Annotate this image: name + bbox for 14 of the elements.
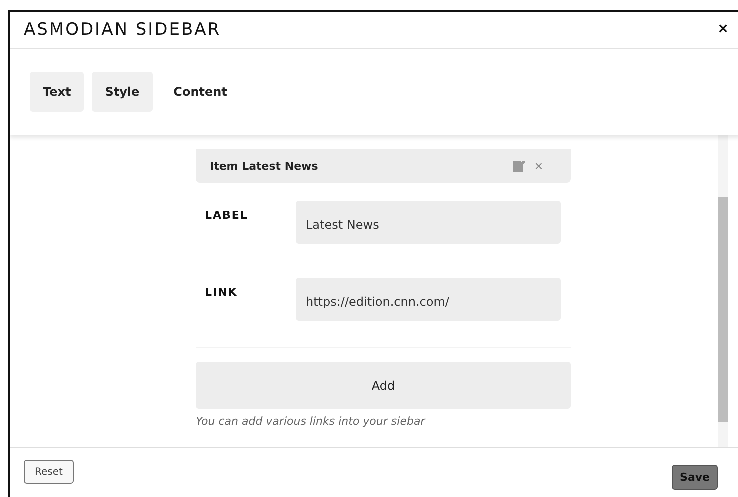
input-field[interactable]: https://edition.cnn.com/ [296, 278, 561, 321]
add-button[interactable]: Add [196, 362, 571, 409]
tab[interactable]: Style [92, 72, 153, 112]
item-header[interactable]: Item Latest News × [196, 149, 571, 183]
reset-button[interactable]: Reset [24, 460, 74, 484]
input-field[interactable]: Latest News [296, 201, 561, 244]
field-label: LINK [205, 285, 239, 301]
close-button[interactable]: × [714, 21, 732, 39]
tab[interactable]: Text [30, 72, 84, 112]
field-label: LABEL [205, 208, 250, 224]
dialog-title: ASMODIAN SIDEBAR [24, 20, 222, 40]
hint-text: You can add various links into your siebar [196, 415, 427, 428]
save-button[interactable]: Save [672, 464, 718, 490]
item-title: Item Latest News [210, 160, 318, 172]
